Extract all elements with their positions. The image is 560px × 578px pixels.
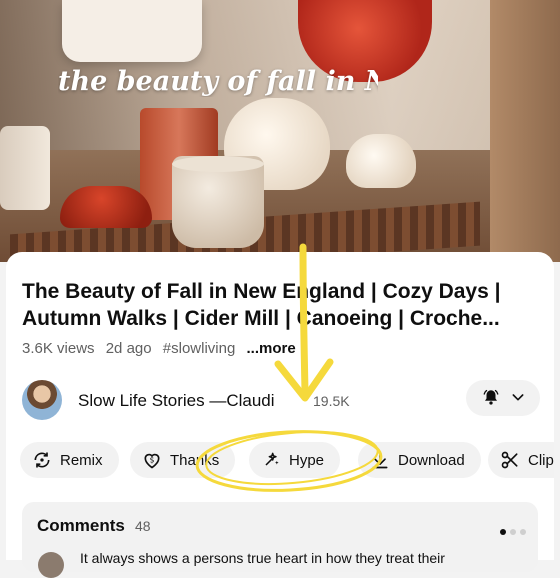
action-bar: Remix $ Thanks Hype Download Clip — [6, 438, 554, 480]
more-link[interactable]: ...more — [247, 340, 296, 357]
comments-count: 48 — [135, 518, 151, 534]
download-button[interactable]: Download — [358, 442, 481, 478]
clip-button[interactable]: Clip — [488, 442, 554, 478]
comments-section[interactable]: Comments 48 It always shows a persons tr… — [22, 502, 538, 578]
clip-label: Clip — [528, 451, 554, 469]
thanks-label: Thanks — [170, 451, 220, 469]
video-details-panel: The Beauty of Fall in New England | Cozy… — [6, 252, 554, 578]
comments-pager-dots — [496, 522, 526, 540]
comments-title: Comments — [37, 516, 125, 535]
channel-row: Slow Life Stories —Claudi 19.5K — [22, 378, 542, 424]
subscriber-count: 19.5K — [313, 393, 350, 409]
hashtag-link[interactable]: #slowliving — [163, 340, 236, 357]
thanks-button[interactable]: $ Thanks — [130, 442, 236, 478]
chevron-down-icon — [512, 394, 524, 401]
video-meta: 3.6K views 2d ago #slowliving ...more — [22, 340, 303, 357]
channel-name[interactable]: Slow Life Stories —Claudi — [78, 391, 304, 411]
video-red-bowl — [60, 186, 152, 228]
hype-icon — [265, 452, 279, 466]
video-title-line-1: The Beauty of Fall in New England | Cozy… — [22, 280, 501, 303]
video-sugar-bowl — [346, 134, 416, 188]
thanks-icon: $ — [144, 453, 160, 469]
video-overlay-text: the beauty of fall in New — [58, 66, 378, 97]
video-window — [490, 0, 560, 262]
video-pot — [0, 126, 50, 210]
commenter-avatar — [38, 552, 64, 578]
svg-text:$: $ — [150, 456, 155, 465]
hype-label: Hype — [289, 451, 325, 469]
comment-preview: It always shows a persons true heart in … — [80, 550, 445, 566]
video-title-line-2: Autumn Walks | Cider Mill | Canoeing | C… — [22, 307, 500, 330]
clip-icon — [501, 451, 518, 469]
video-player[interactable]: the beauty of fall in New — [0, 0, 560, 262]
notification-button[interactable] — [466, 380, 540, 416]
remix-button[interactable]: Remix — [20, 442, 119, 478]
download-label: Download — [398, 451, 465, 469]
channel-avatar[interactable] — [22, 380, 62, 420]
view-count: 3.6K views — [22, 340, 95, 357]
remix-label: Remix — [60, 451, 103, 469]
video-mug-rim — [172, 156, 264, 172]
bell-icon — [483, 389, 499, 405]
upload-age: 2d ago — [105, 340, 152, 357]
video-lamp — [62, 0, 202, 62]
video-title[interactable]: The Beauty of Fall in New England | Cozy… — [22, 278, 542, 332]
hype-button[interactable]: Hype — [249, 442, 341, 478]
remix-icon — [34, 452, 50, 468]
download-icon — [372, 451, 388, 469]
